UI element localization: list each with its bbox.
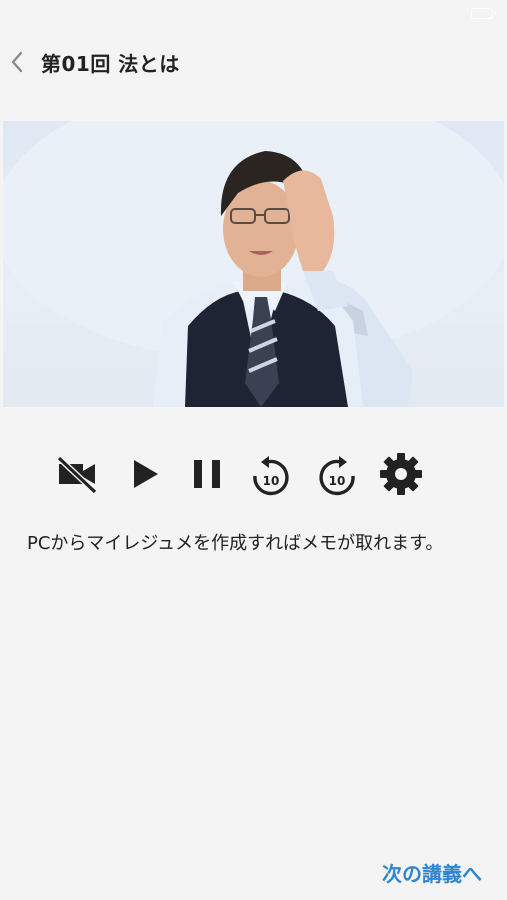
back-button[interactable] [4,46,34,78]
battery-icon [471,8,496,19]
playback-controls: 10 10 [0,446,507,502]
memo-info-text: PCからマイレジュメを作成すればメモが取れます。 [27,533,444,554]
camera-off-icon[interactable] [53,450,101,498]
page-title: 第01回 法とは [41,52,180,76]
settings-gear-icon[interactable] [377,450,425,498]
chevron-left-icon [11,51,23,73]
nav-bar: 第01回 法とは [0,40,507,84]
video-player[interactable] [3,121,504,407]
pause-icon[interactable] [183,450,231,498]
forward-10-label: 10 [329,474,346,488]
play-icon[interactable] [121,450,169,498]
lecturer-video-frame [3,121,504,407]
status-bar [0,0,507,30]
rewind-10-label: 10 [263,474,280,488]
forward-10-icon[interactable]: 10 [313,450,361,498]
next-lecture-link[interactable]: 次の講義へ [382,858,482,887]
rewind-10-icon[interactable]: 10 [247,450,295,498]
